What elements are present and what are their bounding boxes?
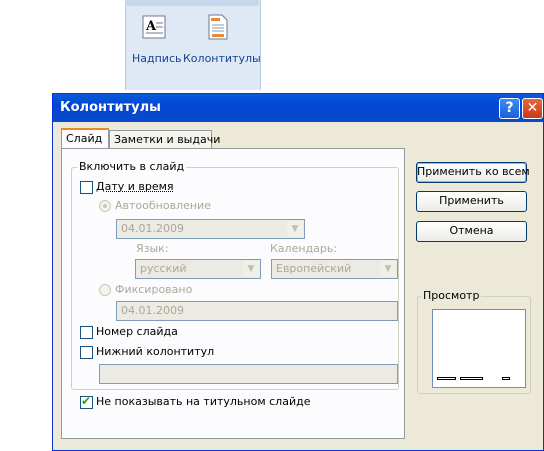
help-button[interactable]: ? xyxy=(499,98,520,119)
chevron-down-icon[interactable]: ▼ xyxy=(243,261,259,277)
preview-legend: Просмотр xyxy=(421,289,482,302)
tab-slide[interactable]: Слайд xyxy=(61,128,109,150)
chevron-down-icon[interactable]: ▼ xyxy=(380,261,396,277)
auto-date-combo[interactable]: 04.01.2009 ▼ xyxy=(116,219,305,239)
date-time-checkbox[interactable] xyxy=(80,181,93,194)
headers-footers-button[interactable]: Колонтитулы xyxy=(182,8,261,65)
tab-notes-handouts[interactable]: Заметки и выдачи xyxy=(109,130,220,150)
include-group-legend: Включить в слайд xyxy=(77,160,187,173)
preview-date-placeholder xyxy=(437,377,456,380)
fixed-date-field[interactable]: 04.01.2009 xyxy=(116,301,398,321)
close-button[interactable]: ✕ xyxy=(522,98,543,119)
dialog-title: Колонтитулы xyxy=(60,100,161,115)
text-box-icon: A xyxy=(142,15,166,39)
dont-show-title-label: Не показывать на титульном слайде xyxy=(96,395,311,408)
chevron-down-icon[interactable]: ▼ xyxy=(287,221,303,237)
calendar-combo[interactable]: Европейский ▼ xyxy=(271,259,398,279)
apply-button[interactable]: Применить xyxy=(416,191,527,212)
calendar-label: Календарь: xyxy=(270,242,338,255)
calendar-value: Европейский xyxy=(276,262,352,275)
dont-show-title-checkbox[interactable] xyxy=(80,394,93,409)
fixed-date-value: 04.01.2009 xyxy=(121,304,184,317)
footer-label: Нижний колонтитул xyxy=(96,345,215,358)
help-icon: ? xyxy=(505,100,514,116)
svg-text:A: A xyxy=(145,19,157,34)
tab-notes-label: Заметки и выдачи xyxy=(114,133,221,146)
apply-to-all-button[interactable]: Применить ко всем xyxy=(416,162,530,183)
text-box-label: Надпись xyxy=(132,52,182,65)
language-value: русский xyxy=(140,262,187,275)
fixed-label: Фиксировано xyxy=(115,283,193,296)
cancel-label: Отмена xyxy=(449,224,494,237)
preview-footer-placeholder xyxy=(460,377,483,380)
header-footer-icon xyxy=(208,14,228,40)
slide-number-label: Номер слайда xyxy=(96,325,178,338)
language-combo[interactable]: русский ▼ xyxy=(135,259,261,279)
apply-label: Применить xyxy=(439,194,504,207)
language-label: Язык: xyxy=(136,242,169,255)
cancel-button[interactable]: Отмена xyxy=(416,221,527,242)
apply-to-all-label: Применить ко всем xyxy=(417,165,530,178)
footer-checkbox[interactable] xyxy=(80,346,93,359)
preview-slide xyxy=(432,309,526,388)
auto-date-value: 04.01.2009 xyxy=(121,222,184,235)
text-box-button[interactable]: A Надпись xyxy=(130,8,182,65)
headers-footers-dialog: Колонтитулы ? ✕ Слайд Заметки и выдачи В… xyxy=(52,93,544,451)
date-time-label: Дату и время xyxy=(96,180,174,193)
slide-tab-panel: Включить в слайд Дату и время Автообновл… xyxy=(61,148,405,439)
auto-update-label: Автообновление xyxy=(115,199,211,212)
close-icon: ✕ xyxy=(526,100,539,116)
preview-number-placeholder xyxy=(502,377,510,380)
slide-number-checkbox[interactable] xyxy=(80,326,93,339)
dialog-title-bar[interactable]: Колонтитулы ? ✕ xyxy=(53,94,543,122)
ribbon-top-strip xyxy=(125,0,259,6)
headers-footers-label: Колонтитулы xyxy=(183,52,261,65)
fixed-radio[interactable] xyxy=(99,284,111,296)
auto-update-radio[interactable] xyxy=(99,200,111,212)
footer-text-field[interactable] xyxy=(99,364,398,384)
tab-slide-label: Слайд xyxy=(66,132,103,145)
